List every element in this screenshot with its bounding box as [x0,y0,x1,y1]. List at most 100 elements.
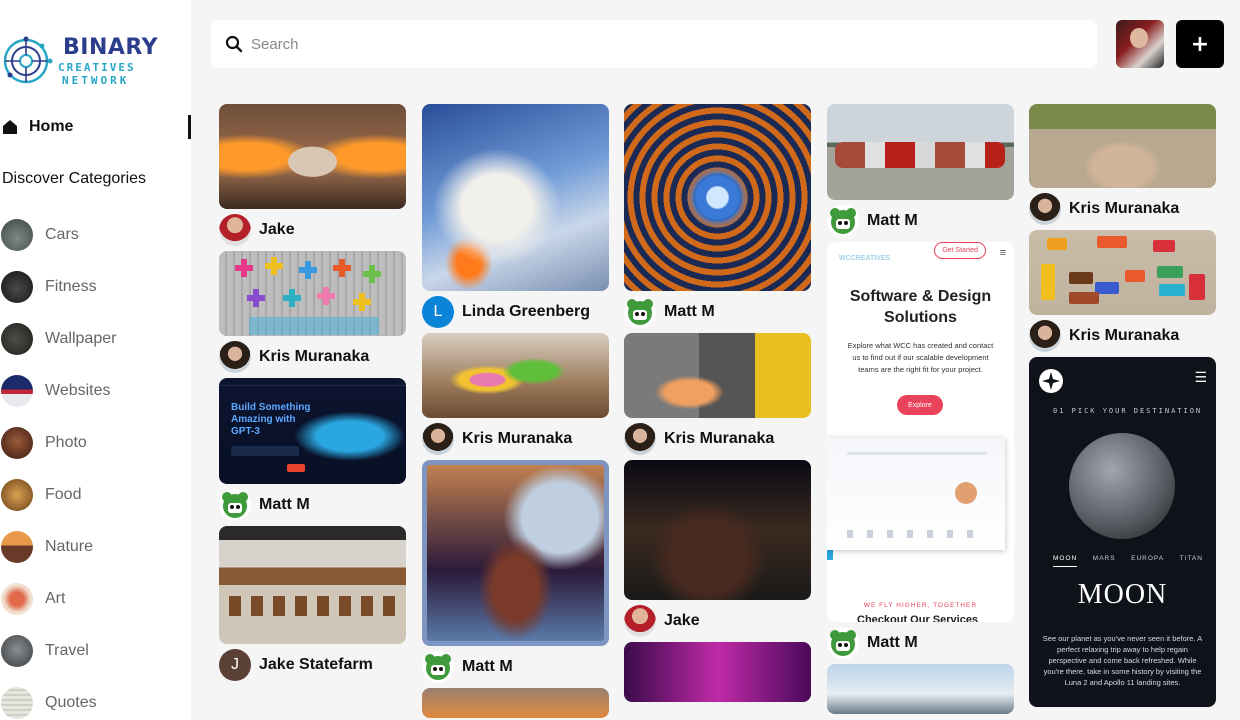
category-label: Travel [45,642,89,659]
pin-image-tiger-kaleidoscope[interactable] [624,104,811,291]
pin-image-gpt3-site[interactable]: Build Something Amazing with GPT-3 [219,378,406,484]
pin-image-neon-city[interactable] [624,642,811,702]
pin-image-lego-happy[interactable] [219,251,406,336]
pin-image-wcc-website[interactable]: WCCREATIVES Get Started ≡ Software & Des… [827,242,1014,622]
author-name: Kris Muranaka [1069,200,1180,217]
pin-column-2: L Linda Greenberg Kris Muranaka Matt M [422,104,609,718]
pin-author[interactable]: Kris Muranaka [422,418,609,460]
menu-icon: ≡ [999,247,1006,259]
search-input[interactable] [251,35,1071,53]
category-item-quotes[interactable]: Quotes [0,677,191,720]
pin-image-cafe-interior[interactable] [219,526,406,644]
author-avatar [827,627,859,659]
moon-tab: EUROPA [1131,555,1165,562]
category-label: Wallpaper [45,330,117,347]
category-item-photo[interactable]: Photo [0,417,191,469]
category-item-cars[interactable]: Cars [0,209,191,261]
wcc-preview-avatar [955,482,977,504]
author-avatar: L [422,296,454,328]
frog-avatar-icon [425,654,451,680]
brick [1153,240,1175,252]
author-name: Jake Statefarm [259,656,373,673]
user-avatar[interactable] [1116,20,1164,68]
pin-author[interactable]: Kris Muranaka [1029,188,1216,230]
gpt-card-navbar [219,378,406,386]
author-name: Matt M [664,303,715,320]
pin-author[interactable]: Matt M [827,622,1014,664]
moon-tab: TITAN [1179,555,1203,562]
home-icon [3,120,17,134]
author-name: Linda Greenberg [462,303,591,320]
category-label: Nature [45,538,94,555]
moon-kicker: 01 PICK YOUR DESTINATION [1053,407,1203,415]
pin-image-bridge[interactable] [827,664,1014,714]
wcc-heading: Software & Design Solutions [849,288,992,326]
pin-author[interactable]: Kris Muranaka [219,336,406,378]
pin-author[interactable]: Matt M [219,484,406,526]
author-name: Kris Muranaka [462,430,573,447]
wcc-explore-button: Explore [897,395,943,415]
pin-image-fantasy-art[interactable] [422,460,609,646]
author-name: Matt M [462,658,513,675]
category-label: Quotes [45,694,97,711]
moon-destination-tabs: MOON MARS EUROPA TITAN [1053,555,1203,567]
pin-image-moon-website[interactable]: ☰ 01 PICK YOUR DESTINATION MOON MARS EUR… [1029,357,1216,707]
category-label: Photo [45,434,87,451]
author-name: Kris Muranaka [259,348,370,365]
pin-image-white-horse[interactable] [422,104,609,291]
pin-author[interactable]: Jake [219,209,406,251]
author-avatar [219,341,251,373]
category-label: Cars [45,226,79,243]
pin-author[interactable]: Kris Muranaka [1029,315,1216,357]
author-avatar [219,214,251,246]
pin-column-3: Matt M Kris Muranaka Jake [624,104,811,702]
pin-column-5: Kris Muranaka Kris Muranaka ☰ 01 PICK YO… [1029,104,1216,707]
pin-author[interactable]: J Jake Statefarm [219,644,406,686]
category-label: Art [45,590,66,607]
pin-image-boy-portrait[interactable] [624,333,811,418]
category-item-art[interactable]: Art [0,573,191,625]
wcc-footer-heading: Checkout Our Services [857,614,979,622]
category-item-wallpaper[interactable]: Wallpaper [0,313,191,365]
author-name: Jake [259,221,295,238]
category-item-websites[interactable]: Websites [0,365,191,417]
pin-image-partial[interactable] [422,688,609,718]
pin-image-lego-bricks[interactable] [1029,230,1216,315]
search-icon [225,35,243,53]
pin-author[interactable]: Matt M [624,291,811,333]
pin-image-sleeping-dog[interactable] [1029,104,1216,188]
pin-author[interactable]: L Linda Greenberg [422,291,609,333]
category-thumbnail [1,531,33,563]
moon-graphic [1069,433,1175,539]
pin-image-caterpillar-toy[interactable] [422,333,609,418]
pin-author[interactable]: Jake [624,600,811,642]
pin-image-classic-cars[interactable] [827,104,1014,200]
category-item-food[interactable]: Food [0,469,191,521]
pin-author[interactable]: Matt M [422,646,609,688]
category-item-travel[interactable]: Travel [0,625,191,677]
category-item-nature[interactable]: Nature [0,521,191,573]
category-item-fitness[interactable]: Fitness [0,261,191,313]
pin-image-cat-chef[interactable] [219,104,406,209]
author-name: Kris Muranaka [1069,327,1180,344]
author-avatar [827,205,859,237]
brick [1047,238,1067,250]
frog-avatar-icon [830,630,856,656]
nav-active-indicator [188,115,191,139]
pin-author[interactable]: Kris Muranaka [624,418,811,460]
category-label: Food [45,486,82,503]
brand-line-3: NETWORK [62,73,130,87]
wcc-tagline: WE FLY HIGHER, TOGETHER [863,602,978,609]
nav-home[interactable]: Home [0,114,191,140]
create-pin-button[interactable]: + [1176,20,1224,68]
author-avatar [1029,320,1061,352]
author-name: Matt M [259,496,310,513]
brand-logo[interactable]: BINARY CREATIVES NETWORK [2,32,158,90]
search-bar[interactable] [211,20,1097,68]
brand-line-2: CREATIVES [58,60,136,74]
pin-author[interactable]: Matt M [827,200,1014,242]
categories-heading: Discover Categories [2,170,147,187]
category-thumbnail [1,583,33,615]
author-avatar [624,423,656,455]
pin-image-street-car[interactable] [624,460,811,600]
